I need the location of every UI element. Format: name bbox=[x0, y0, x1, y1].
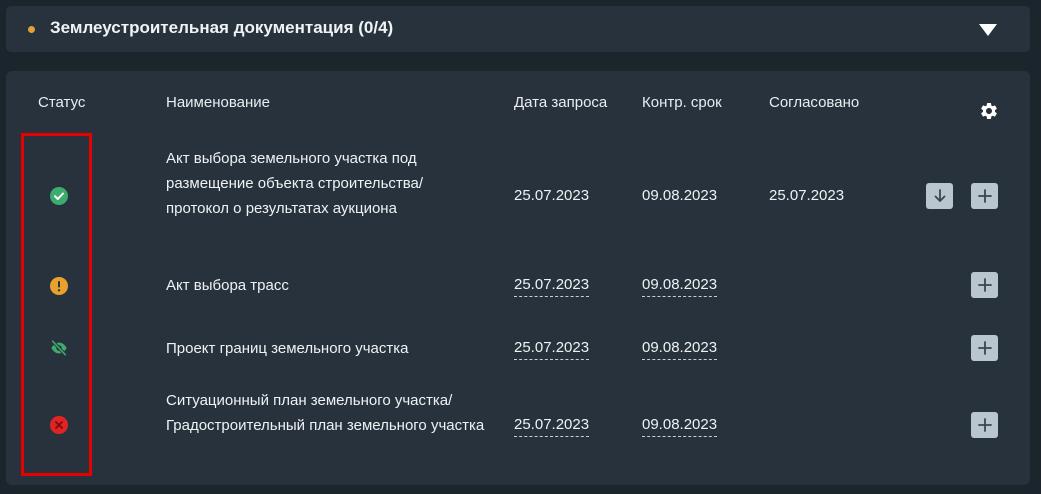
chevron-down-icon[interactable] bbox=[978, 23, 998, 37]
gear-icon[interactable] bbox=[979, 101, 999, 121]
add-button[interactable] bbox=[971, 272, 998, 298]
row-deadline[interactable]: 09.08.2023 bbox=[642, 339, 718, 360]
header-approved: Согласовано bbox=[769, 94, 860, 111]
row-request-date[interactable]: 25.07.2023 bbox=[514, 339, 590, 360]
row-name: Ситуационный план земельного участка/Гра… bbox=[166, 392, 485, 434]
row-name: Проект границ земельного участка bbox=[166, 340, 409, 357]
status-dot bbox=[28, 26, 35, 33]
row-name: Акт выбора земельного участка под размещ… bbox=[166, 150, 424, 217]
row-request-date[interactable]: 25.07.2023 bbox=[514, 276, 590, 297]
row-deadline[interactable]: 09.08.2023 bbox=[642, 416, 718, 437]
row-deadline[interactable]: 09.08.2023 bbox=[642, 276, 718, 297]
section-header[interactable]: Землеустроительная документация (0/4) bbox=[6, 6, 1030, 52]
add-button[interactable] bbox=[971, 412, 998, 438]
eye-off-icon bbox=[51, 339, 67, 357]
row-name: Акт выбора трасс bbox=[166, 277, 289, 294]
header-request-date: Дата запроса bbox=[514, 94, 608, 111]
header-status: Статус bbox=[38, 94, 86, 111]
add-button[interactable] bbox=[971, 183, 998, 209]
row-request-date[interactable]: 25.07.2023 bbox=[514, 416, 590, 437]
header-name: Наименование bbox=[166, 94, 270, 111]
plus-icon bbox=[977, 341, 992, 355]
plus-icon bbox=[977, 189, 992, 203]
plus-icon bbox=[977, 278, 992, 292]
documents-table: Статус Наименование Дата запроса Контр. … bbox=[6, 71, 1030, 485]
arrow-down-icon bbox=[934, 189, 945, 202]
row-request-date: 25.07.2023 bbox=[514, 187, 590, 204]
x-circle-icon bbox=[50, 416, 68, 434]
row-deadline: 09.08.2023 bbox=[642, 187, 718, 204]
row-approved-date: 25.07.2023 bbox=[769, 187, 845, 204]
exclamation-circle-icon bbox=[50, 277, 68, 295]
add-button[interactable] bbox=[971, 335, 998, 361]
plus-icon bbox=[977, 418, 992, 432]
check-circle-icon bbox=[50, 187, 68, 205]
header-deadline: Контр. срок bbox=[642, 94, 722, 111]
section-title: Землеустроительная документация (0/4) bbox=[50, 18, 394, 37]
download-button[interactable] bbox=[926, 183, 953, 209]
